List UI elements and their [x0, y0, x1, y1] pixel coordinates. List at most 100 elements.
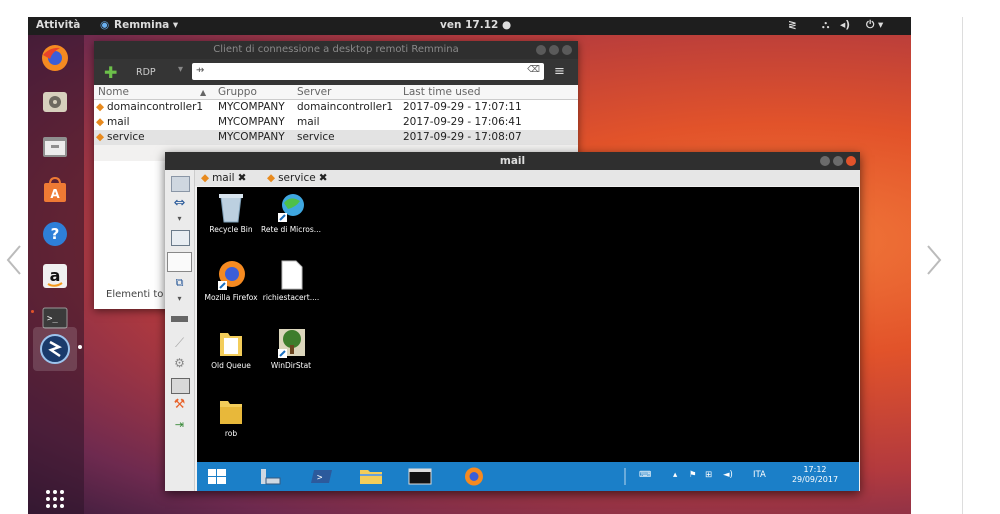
tools-icon[interactable]: ⚒ — [171, 398, 188, 412]
connect-icon: ⇸ — [196, 65, 205, 76]
column-header-name[interactable]: Nome — [98, 86, 129, 98]
connection-tabs: ◆ mail ✖ ◆ service ✖ — [195, 170, 860, 186]
preferences-icon[interactable]: ⚙ — [171, 356, 188, 370]
remmina-indicator-icon[interactable]: ≷ — [788, 19, 797, 31]
activities-button[interactable]: Attività — [36, 19, 80, 31]
row-last-used: 2017-09-29 - 17:06:41 — [403, 116, 522, 128]
fullscreen-icon[interactable] — [171, 176, 190, 192]
tab-service[interactable]: ◆ service ✖ — [267, 171, 328, 185]
scaled-mode-icon[interactable] — [171, 230, 190, 246]
minimize-window-icon[interactable] — [171, 316, 188, 322]
disk-launcher-icon[interactable] — [36, 83, 74, 121]
close-button[interactable] — [562, 45, 572, 55]
amazon-launcher-icon[interactable]: a — [36, 257, 74, 295]
column-header-server[interactable]: Server — [297, 86, 331, 98]
table-row[interactable]: ◆ mail MYCOMPANY mail 2017-09-29 - 17:06… — [94, 115, 578, 130]
taskbar-clock[interactable]: 17:12 29/09/2017 — [783, 465, 847, 485]
windows-start-icon[interactable] — [205, 466, 229, 487]
desktop-icon-file[interactable]: richiestacert.... — [259, 259, 323, 302]
power-icon[interactable]: ⏻ ▾ — [866, 19, 883, 32]
clock[interactable]: ven 17.12 ● — [440, 19, 511, 31]
file-explorer-icon[interactable] — [357, 466, 385, 487]
language-indicator[interactable]: ITA — [753, 470, 766, 480]
server-manager-icon[interactable] — [257, 466, 283, 487]
window-title: Client di connessione a desktop remoti R… — [213, 44, 459, 55]
help-launcher-icon[interactable]: ? — [36, 215, 74, 253]
desktop-icon-firefox[interactable]: Mozilla Firefox — [199, 259, 263, 302]
quick-connect-input[interactable]: ⇸ ⌫ — [192, 63, 544, 80]
connection-titlebar: mail — [165, 152, 860, 170]
svg-text:>: > — [317, 473, 323, 483]
command-prompt-icon[interactable] — [407, 466, 433, 487]
show-applications-icon[interactable] — [36, 480, 74, 514]
rdp-connection-icon: ◆ — [96, 131, 105, 143]
remmina-toolbar: ✚ RDP ▾ ⇸ ⌫ ≡ — [94, 59, 578, 85]
network-icon[interactable]: ⛬ — [822, 19, 829, 32]
minimize-button[interactable] — [820, 156, 830, 166]
files-launcher-icon[interactable] — [36, 128, 74, 166]
keyboard-icon[interactable]: ⌨ — [639, 470, 651, 480]
row-name: domaincontroller1 — [107, 101, 204, 113]
remmina-launcher-icon[interactable] — [33, 327, 77, 371]
icon-label: Recycle Bin — [209, 225, 253, 234]
column-header-last-used[interactable]: Last time used — [403, 86, 481, 98]
svg-text:>_: >_ — [47, 314, 58, 324]
add-connection-icon[interactable]: ✚ — [104, 63, 117, 82]
autofit-icon[interactable]: ⇔ — [171, 196, 188, 210]
software-center-launcher-icon[interactable]: A — [36, 171, 74, 209]
tray-icon[interactable]: ⊞ — [705, 470, 712, 480]
close-tab-icon[interactable]: ✖ — [319, 172, 328, 184]
desktop-icon-recycle-bin[interactable]: Recycle Bin — [199, 191, 263, 234]
status-bar: Elementi to — [106, 289, 164, 300]
window-controls — [536, 45, 572, 55]
tab-mail[interactable]: ◆ mail ✖ — [201, 171, 246, 185]
desktop-icon-windirstat[interactable]: WinDirStat — [259, 327, 323, 370]
close-tab-icon[interactable]: ✖ — [238, 172, 247, 184]
minimize-button[interactable] — [536, 45, 546, 55]
row-server: service — [297, 131, 335, 143]
rdp-connection-icon: ◆ — [201, 172, 210, 184]
firefox-taskbar-icon[interactable] — [461, 466, 487, 487]
protocol-selector[interactable]: RDP — [136, 67, 156, 78]
document-icon — [276, 259, 306, 291]
column-header-group[interactable]: Gruppo — [218, 86, 257, 98]
row-group: MYCOMPANY — [218, 101, 285, 113]
table-row[interactable]: ◆ domaincontroller1 MYCOMPANY domaincont… — [94, 100, 578, 115]
powershell-icon[interactable]: > — [309, 466, 335, 487]
window-title: mail — [499, 155, 526, 167]
maximize-button[interactable] — [833, 156, 843, 166]
close-button[interactable] — [846, 156, 856, 166]
carousel-next-arrow[interactable] — [920, 240, 950, 280]
chevron-down-icon[interactable]: ▾ — [171, 214, 188, 228]
switch-tab-icon[interactable]: ⧉ — [171, 276, 188, 290]
disconnect-icon[interactable]: ⇥ — [171, 418, 188, 432]
volume-icon[interactable]: ◂) — [840, 19, 850, 31]
clear-icon[interactable]: ⌫ — [527, 65, 540, 75]
app-menu[interactable]: Remmina ▾ — [114, 19, 178, 31]
row-group: MYCOMPANY — [218, 116, 285, 128]
maximize-button[interactable] — [549, 45, 559, 55]
taskbar-divider — [624, 468, 626, 485]
desktop-icon-old-queue[interactable]: Old Queue — [199, 327, 263, 370]
running-indicator — [78, 345, 82, 349]
connection-list: Nome ▲ Gruppo Server Last time used ◆ do… — [94, 85, 578, 145]
row-name: mail — [107, 116, 130, 128]
row-server: mail — [297, 116, 320, 128]
row-last-used: 2017-09-29 - 17:07:11 — [403, 101, 522, 113]
dynamic-resolution-icon[interactable] — [167, 252, 192, 272]
divider — [962, 17, 963, 514]
chevron-down-icon[interactable]: ▾ — [171, 294, 188, 308]
windows-taskbar: > ⌨ ▴ ⚑ ⊞ ◄) ITA 17:12 29/09/2017 — [197, 462, 859, 491]
hamburger-menu-icon[interactable]: ≡ — [554, 64, 565, 79]
table-row-selected[interactable]: ◆ service MYCOMPANY service 2017-09-29 -… — [94, 130, 578, 145]
firefox-launcher-icon[interactable] — [36, 39, 74, 77]
rdp-connection-icon: ◆ — [267, 172, 276, 184]
speaker-icon[interactable]: ◄) — [723, 470, 733, 480]
grab-keyboard-icon[interactable]: ⟋ — [171, 336, 188, 351]
unity-launcher: A ? a >_ — [28, 35, 84, 514]
tray-expand-icon[interactable]: ▴ — [673, 470, 677, 480]
screenshot-icon[interactable] — [171, 378, 190, 394]
network-tray-icon[interactable]: ⚑ — [689, 470, 697, 480]
desktop-icon-rob[interactable]: rob — [199, 395, 263, 438]
desktop-icon-network[interactable]: Rete di Micros... — [259, 191, 323, 234]
